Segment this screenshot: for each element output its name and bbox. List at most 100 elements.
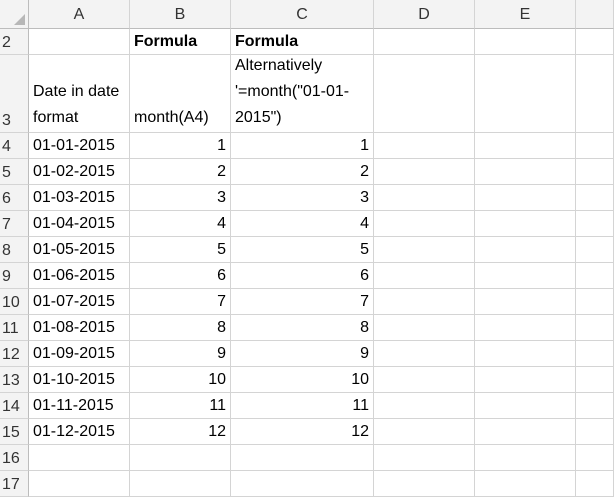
cell-f[interactable] — [576, 55, 614, 133]
alt-month-result-cell[interactable]: 3 — [231, 185, 374, 211]
empty-cell[interactable] — [374, 471, 475, 497]
cell-a[interactable] — [29, 29, 130, 55]
cell-b[interactable]: month(A4) — [130, 55, 231, 133]
month-result-cell[interactable]: 11 — [130, 393, 231, 419]
row-header[interactable]: 12 — [0, 341, 29, 367]
month-result-cell[interactable]: 8 — [130, 315, 231, 341]
empty-cell[interactable] — [576, 211, 614, 237]
row-header[interactable]: 13 — [0, 367, 29, 393]
empty-cell[interactable] — [475, 341, 576, 367]
empty-cell[interactable] — [576, 367, 614, 393]
date-cell[interactable]: 01-03-2015 — [29, 185, 130, 211]
empty-cell[interactable] — [475, 393, 576, 419]
empty-cell[interactable] — [475, 289, 576, 315]
column-header-b[interactable]: B — [130, 0, 231, 29]
alt-month-result-cell[interactable]: 7 — [231, 289, 374, 315]
empty-cell[interactable] — [475, 471, 576, 497]
column-header-c[interactable]: C — [231, 0, 374, 29]
empty-cell[interactable] — [576, 315, 614, 341]
alt-month-result-cell[interactable]: 2 — [231, 159, 374, 185]
empty-cell[interactable] — [475, 445, 576, 471]
date-cell[interactable]: 01-08-2015 — [29, 315, 130, 341]
alt-month-result-cell[interactable]: 11 — [231, 393, 374, 419]
row-header[interactable]: 14 — [0, 393, 29, 419]
row-header[interactable]: 17 — [0, 471, 29, 497]
row-header[interactable]: 10 — [0, 289, 29, 315]
column-header-a[interactable]: A — [29, 0, 130, 29]
alt-month-result-cell[interactable]: 10 — [231, 367, 374, 393]
select-all-button[interactable] — [0, 0, 29, 29]
date-cell[interactable]: 01-11-2015 — [29, 393, 130, 419]
row-header[interactable]: 5 — [0, 159, 29, 185]
empty-cell[interactable] — [374, 237, 475, 263]
empty-cell[interactable] — [374, 393, 475, 419]
empty-cell[interactable] — [475, 419, 576, 445]
empty-cell[interactable] — [576, 419, 614, 445]
cell-d[interactable] — [374, 29, 475, 55]
month-result-cell[interactable]: 12 — [130, 419, 231, 445]
alt-month-result-cell[interactable]: 5 — [231, 237, 374, 263]
empty-cell[interactable] — [576, 133, 614, 159]
alt-month-result-cell[interactable]: 6 — [231, 263, 374, 289]
date-cell[interactable]: 01-06-2015 — [29, 263, 130, 289]
month-result-cell[interactable]: 7 — [130, 289, 231, 315]
empty-cell[interactable] — [231, 471, 374, 497]
empty-cell[interactable] — [374, 445, 475, 471]
cell-a[interactable]: Date in date format — [29, 55, 130, 133]
cell-c[interactable]: Formula — [231, 29, 374, 55]
date-cell[interactable]: 01-10-2015 — [29, 367, 130, 393]
column-header-e[interactable]: E — [475, 0, 576, 29]
date-cell[interactable]: 01-05-2015 — [29, 237, 130, 263]
alt-month-result-cell[interactable]: 8 — [231, 315, 374, 341]
empty-cell[interactable] — [130, 445, 231, 471]
alt-month-result-cell[interactable]: 12 — [231, 419, 374, 445]
month-result-cell[interactable]: 6 — [130, 263, 231, 289]
month-result-cell[interactable]: 1 — [130, 133, 231, 159]
date-cell[interactable]: 01-02-2015 — [29, 159, 130, 185]
empty-cell[interactable] — [374, 367, 475, 393]
empty-cell[interactable] — [475, 133, 576, 159]
empty-cell[interactable] — [374, 133, 475, 159]
empty-cell[interactable] — [576, 289, 614, 315]
empty-cell[interactable] — [475, 263, 576, 289]
empty-cell[interactable] — [576, 393, 614, 419]
empty-cell[interactable] — [374, 341, 475, 367]
empty-cell[interactable] — [374, 419, 475, 445]
column-header-f[interactable] — [576, 0, 614, 29]
cell-f[interactable] — [576, 29, 614, 55]
cell-e[interactable] — [475, 29, 576, 55]
alt-month-result-cell[interactable]: 1 — [231, 133, 374, 159]
cell-c[interactable]: Alternatively '=month("01-01-2015") — [231, 55, 374, 133]
row-header[interactable]: 4 — [0, 133, 29, 159]
column-header-d[interactable]: D — [374, 0, 475, 29]
empty-cell[interactable] — [475, 315, 576, 341]
empty-cell[interactable] — [130, 471, 231, 497]
date-cell[interactable]: 01-09-2015 — [29, 341, 130, 367]
empty-cell[interactable] — [374, 159, 475, 185]
empty-cell[interactable] — [475, 211, 576, 237]
row-header[interactable]: 11 — [0, 315, 29, 341]
row-header[interactable]: 7 — [0, 211, 29, 237]
row-header[interactable]: 15 — [0, 419, 29, 445]
empty-cell[interactable] — [475, 159, 576, 185]
empty-cell[interactable] — [576, 471, 614, 497]
row-header[interactable]: 8 — [0, 237, 29, 263]
empty-cell[interactable] — [475, 185, 576, 211]
month-result-cell[interactable]: 5 — [130, 237, 231, 263]
empty-cell[interactable] — [374, 185, 475, 211]
empty-cell[interactable] — [374, 211, 475, 237]
alt-month-result-cell[interactable]: 9 — [231, 341, 374, 367]
alt-month-result-cell[interactable]: 4 — [231, 211, 374, 237]
date-cell[interactable]: 01-01-2015 — [29, 133, 130, 159]
cell-d[interactable] — [374, 55, 475, 133]
empty-cell[interactable] — [576, 237, 614, 263]
date-cell[interactable]: 01-12-2015 — [29, 419, 130, 445]
empty-cell[interactable] — [231, 445, 374, 471]
empty-cell[interactable] — [374, 263, 475, 289]
month-result-cell[interactable]: 9 — [130, 341, 231, 367]
row-header[interactable]: 9 — [0, 263, 29, 289]
empty-cell[interactable] — [576, 185, 614, 211]
cell-e[interactable] — [475, 55, 576, 133]
empty-cell[interactable] — [374, 315, 475, 341]
empty-cell[interactable] — [29, 471, 130, 497]
